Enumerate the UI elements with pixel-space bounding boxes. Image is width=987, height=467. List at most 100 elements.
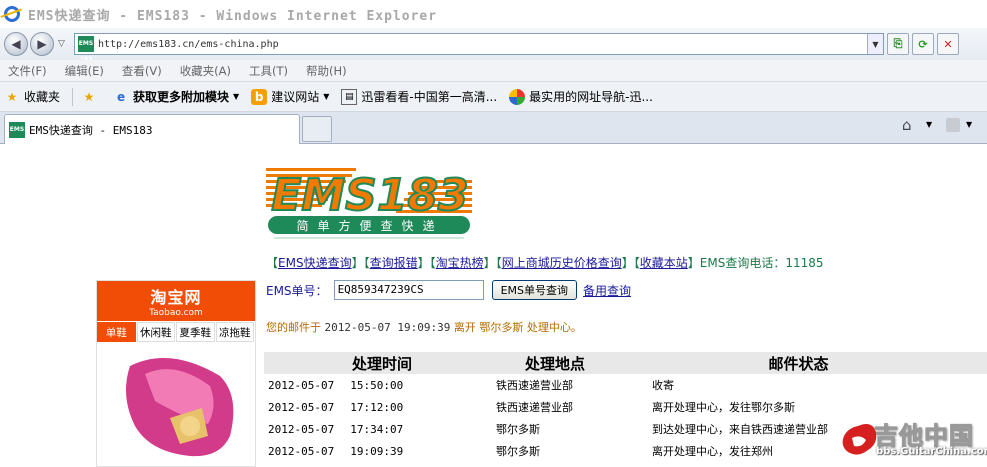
guitar-logo-icon (842, 424, 877, 455)
taobao-tab-sandals[interactable]: 凉拖鞋 (215, 322, 254, 342)
taobao-tabs: 单鞋 休闲鞋 夏季鞋 凉拖鞋 (97, 322, 255, 342)
nav-link-bookmark[interactable]: 收藏本站 (640, 256, 688, 270)
taobao-tab-single-shoes[interactable]: 单鞋 (97, 322, 136, 342)
nav-link-price-history[interactable]: 网上商城历史价格查询 (502, 256, 622, 270)
row-time: 19:09:39 (350, 444, 404, 458)
row-place: 铁西速递营业部 (496, 379, 573, 392)
row-date: 2012-05-07 (268, 400, 335, 414)
shoe-product-image[interactable] (110, 346, 250, 464)
home-icon[interactable]: ⌂ (902, 116, 912, 134)
tel-label: EMS查询电话： (699, 256, 786, 270)
tab-label: EMS快递查询 - EMS183 (29, 123, 153, 137)
rss-feed-icon[interactable] (946, 118, 960, 132)
recent-pages-dropdown-icon[interactable]: ▽ (58, 39, 70, 49)
status-place: 鄂尔多斯 (479, 321, 524, 334)
row-date: 2012-05-07 (268, 378, 335, 392)
add-to-favorites-bar-button[interactable]: ★ (81, 89, 101, 105)
page-icon: ▤ (341, 88, 358, 105)
tab-ems[interactable]: EMS 183 EMS快递查询 - EMS183 (4, 114, 300, 149)
logo-tagline: 简单方便查快递 (296, 218, 443, 233)
watermark-url: bbs.GuitarChina.com (876, 446, 987, 457)
search-box-edge[interactable] (962, 33, 976, 55)
col-status-header: 邮件状态 (768, 354, 829, 373)
favorites-label: 收藏夹 (24, 90, 61, 104)
taobao-header: 淘宝网 Taobao.com (97, 281, 255, 321)
favorites-button[interactable]: ★ 收藏夹 (4, 88, 60, 105)
site-nav: 【EMS快递查询】【查询报错】【淘宝热榜】【网上商城历史价格查询】【收藏本站】E… (266, 256, 824, 270)
address-toolbar: ◀ ▶ ▽ EMS 183 http://ems183.cn/ems-china… (0, 28, 987, 63)
tel-number: 11185 (785, 256, 824, 270)
tracking-number-label: EMS单号： (266, 283, 328, 298)
suggested-sites-label: 建议网站 (271, 90, 320, 104)
guitarchina-watermark: 吉他中国 bbs.GuitarChina.com (838, 414, 987, 467)
forward-button[interactable]: ▶ (30, 32, 54, 56)
ie-logo-icon (4, 6, 20, 22)
site-favicon-icon: EMS 183 (9, 121, 25, 149)
taobao-tab-casual-shoes[interactable]: 休闲鞋 (136, 322, 175, 342)
menu-view[interactable]: 查看(V) (122, 63, 162, 79)
chevron-down-icon[interactable]: ▼ (966, 120, 972, 129)
row-status: 收寄 (652, 379, 674, 392)
row-date: 2012-05-07 (268, 422, 335, 436)
address-input[interactable]: http://ems183.cn/ems-china.php (98, 39, 867, 50)
suggested-sites-link[interactable]: b 建议网站 ▼ (251, 88, 329, 105)
row-time: 17:12:00 (350, 400, 404, 414)
ie-icon: e (116, 89, 126, 104)
taobao-domain: Taobao.com (149, 308, 203, 318)
addons-link[interactable]: e 获取更多附加模块 ▼ (113, 88, 239, 105)
tracking-number-input[interactable]: EQ859347239CS (333, 280, 484, 300)
ems-query-button[interactable]: EMS单号查询 (491, 280, 577, 300)
favorite-link-label: 迅雷看看-中国第一高清... (361, 90, 498, 104)
row-place: 鄂尔多斯 (496, 445, 540, 458)
tab-bar: EMS 183 EMS快递查询 - EMS183 ⌂ ▼ ▼ (0, 112, 987, 149)
menu-tools[interactable]: 工具(T) (249, 63, 288, 79)
address-dropdown-button[interactable]: ▼ (867, 34, 883, 54)
window-title: EMS快递查询 - EMS183 - Windows Internet Expl… (28, 8, 438, 24)
table-header: 处理时间 处理地点 邮件状态 (264, 352, 987, 374)
nav-link-ems-query[interactable]: EMS快递查询 (278, 256, 352, 270)
status-suffix: 处理中心。 (526, 321, 582, 334)
chevron-down-icon[interactable]: ▼ (926, 120, 932, 129)
nav-link-taobao-hot[interactable]: 淘宝热榜 (436, 256, 484, 270)
taobao-tab-summer-shoes[interactable]: 夏季鞋 (176, 322, 215, 342)
menu-help[interactable]: 帮助(H) (306, 63, 347, 79)
site-icon (509, 88, 526, 105)
site-favicon-icon: EMS 183 (78, 36, 94, 63)
query-form: EMS单号： EQ859347239CS EMS单号查询 备用查询 (266, 280, 631, 300)
logo-wordmark: EMS183 (271, 170, 468, 221)
col-place-header: 处理地点 (524, 354, 585, 373)
back-button[interactable]: ◀ (4, 32, 28, 56)
address-bar[interactable]: EMS 183 http://ems183.cn/ems-china.php ▼ (74, 33, 884, 63)
row-place: 铁西速递营业部 (496, 401, 573, 414)
star-add-icon: ★ (83, 89, 95, 104)
chevron-down-icon: ▼ (323, 92, 330, 101)
menu-file[interactable]: 文件(F) (8, 63, 47, 79)
menu-favorites[interactable]: 收藏夹(A) (180, 63, 231, 79)
row-date: 2012-05-07 (268, 444, 335, 458)
status-action: 离开 (453, 321, 476, 334)
backup-query-link[interactable]: 备用查询 (583, 282, 631, 299)
menu-edit[interactable]: 编辑(E) (65, 63, 104, 79)
favorite-link-label: 最实用的网址导航-迅... (529, 90, 653, 104)
addons-label: 获取更多附加模块 (133, 90, 230, 104)
row-time: 17:34:07 (350, 422, 404, 436)
stop-button[interactable]: ✕ (937, 33, 959, 55)
refresh-button[interactable]: ⟳ (912, 33, 934, 55)
star-icon: ★ (6, 89, 18, 104)
chevron-down-icon: ▼ (233, 92, 240, 101)
divider (72, 87, 74, 106)
status-datetime: 2012-05-07 19:09:39 (324, 321, 451, 334)
row-time: 15:50:00 (350, 378, 404, 392)
ems183-logo[interactable]: EMS183 简单方便查快递 (266, 162, 472, 244)
nav-link-report-error[interactable]: 查询报错 (370, 256, 418, 270)
favorite-link-navigation[interactable]: 最实用的网址导航-迅... (509, 88, 653, 105)
favorites-bar: ★ 收藏夹 ★ e 获取更多附加模块 ▼ b 建议网站 ▼ ▤ 迅雷看看-中国第… (0, 82, 987, 112)
taobao-logo: 淘宝网 (150, 288, 202, 307)
favorite-link-xunlei[interactable]: ▤ 迅雷看看-中国第一高清... (341, 88, 497, 105)
new-tab-button[interactable] (302, 116, 332, 142)
table-row: 2012-05-07 15:50:00 铁西速递营业部 收寄 (264, 374, 987, 396)
status-prefix: 您的邮件于 (266, 321, 321, 334)
row-place: 鄂尔多斯 (496, 423, 540, 436)
row-status: 离开处理中心，发往鄂尔多斯 (652, 401, 795, 414)
compatibility-view-button[interactable]: ⎘ (887, 33, 909, 55)
